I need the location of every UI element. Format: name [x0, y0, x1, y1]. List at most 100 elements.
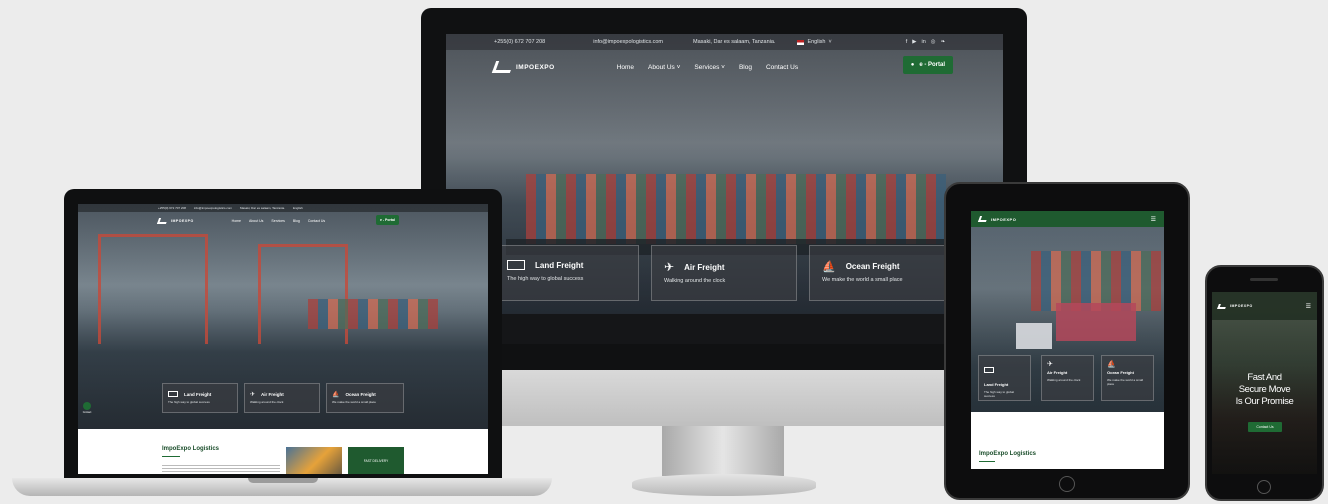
- card-title: Land Freight: [984, 382, 1009, 387]
- card-subtitle: The high way to global success: [507, 276, 584, 282]
- nav-menu: Home About Us Services Blog Contact Us: [232, 219, 326, 223]
- laptop-topbar: +255(0) 672 707 208 info@impoexpologisti…: [78, 204, 488, 212]
- service-card-land[interactable]: Land Freight The high way to global succ…: [498, 245, 639, 301]
- service-card-ocean[interactable]: ⛵ Ocean Freight We make the world a smal…: [809, 245, 959, 301]
- contact-us-label: Contact Us: [1256, 425, 1274, 429]
- card-title: Air Freight: [261, 392, 284, 397]
- nav-item-home[interactable]: Home: [232, 219, 241, 223]
- card-subtitle: Walking around the clock: [1047, 378, 1081, 382]
- card-title: Land Freight: [535, 260, 584, 270]
- phone-speaker: [1250, 278, 1278, 281]
- nav-item-contact[interactable]: Contact Us: [308, 219, 325, 223]
- linkedin-icon[interactable]: in: [921, 39, 925, 45]
- language-label[interactable]: English: [293, 206, 303, 210]
- phone-text[interactable]: +255(0) 672 707 208: [494, 39, 545, 45]
- hamburger-menu-icon[interactable]: ☰: [1306, 303, 1311, 310]
- brand-logo[interactable]: IMPOEXPO: [1217, 303, 1253, 309]
- card-title: Ocean Freight: [1107, 370, 1134, 375]
- tablet-home-button[interactable]: [1059, 476, 1075, 492]
- brand-name: IMPOEXPO: [516, 63, 555, 71]
- service-card-air[interactable]: ✈ Air Freight Walking around the clock: [651, 245, 797, 301]
- nav-item-about[interactable]: About Us: [249, 219, 263, 223]
- container-stacks-image: [308, 299, 438, 329]
- brand-logo[interactable]: IMPOEXPO: [977, 216, 1016, 222]
- card-title: Ocean Freight: [345, 392, 376, 397]
- ship-icon: ⛵: [1107, 361, 1116, 368]
- phone-home-button[interactable]: [1257, 480, 1271, 494]
- tablet-header: IMPOEXPO ☰: [971, 211, 1164, 227]
- service-card-ocean[interactable]: ⛵ Ocean Freight We make the world a smal…: [1101, 355, 1154, 401]
- chevron-down-icon: ˅: [828, 39, 832, 45]
- social-links: f ▶ in ◎ ❧: [906, 39, 945, 45]
- crane-image: [98, 234, 208, 344]
- brand-logo[interactable]: IMPOEXPO: [491, 61, 555, 73]
- service-card-ocean[interactable]: ⛵ Ocean Freight We make the world a small…: [326, 383, 404, 413]
- service-card-air[interactable]: ✈ Air Freight Walking around the clock: [1041, 355, 1094, 401]
- chat-widget[interactable]: Contact: [82, 402, 92, 414]
- card-subtitle: Walking around the clock: [664, 278, 726, 284]
- laptop-notch: [248, 478, 318, 483]
- card-subtitle: The high way to global success: [984, 390, 1015, 398]
- nav-item-services[interactable]: Services ˅: [694, 64, 725, 71]
- monitor-stand: [662, 426, 784, 476]
- service-card-air[interactable]: ✈ Air Freight Walking around the clock: [244, 383, 320, 413]
- email-text[interactable]: info@impoexpologistics.com: [194, 206, 232, 210]
- nav-menu: Home About Us ˅ Services ˅ Blog Contact …: [617, 64, 798, 71]
- tablet-screen: IMPOEXPO ☰ Land Freight The high way to …: [971, 211, 1164, 469]
- section-title: ImpoExpo Logistics: [979, 451, 1037, 457]
- truck-icon: [168, 391, 178, 397]
- hamburger-menu-icon[interactable]: ☰: [1151, 216, 1156, 223]
- nav-item-home[interactable]: Home: [617, 64, 634, 71]
- ship-icon: ⛵: [332, 392, 340, 398]
- phone-text[interactable]: +255(0) 672 707 208: [158, 206, 186, 210]
- e-portal-button[interactable]: e - Portal: [376, 215, 399, 225]
- paragraph-lines: [162, 465, 280, 473]
- facebook-icon[interactable]: f: [906, 39, 908, 45]
- section-title: ImpoExpo Logistics: [162, 446, 220, 452]
- truck-image: [1016, 323, 1052, 349]
- ship-icon: ⛵: [822, 261, 836, 273]
- title-underline: [979, 461, 995, 462]
- contact-us-button[interactable]: Contact Us: [1248, 422, 1282, 432]
- e-portal-label: e - Portal: [919, 62, 945, 68]
- card-subtitle: We make the world a small place: [1107, 378, 1143, 386]
- card-title: Air Freight: [1047, 370, 1068, 375]
- instagram-icon[interactable]: ◎: [931, 39, 936, 45]
- about-section: ImpoExpo Logistics: [971, 412, 1164, 469]
- youtube-icon[interactable]: ▶: [912, 39, 916, 45]
- topbar: +255(0) 672 707 208 info@impoexpologisti…: [446, 34, 1003, 50]
- nav-item-services[interactable]: Services: [271, 219, 284, 223]
- monitor-chin: [421, 370, 1027, 426]
- nav-item-blog[interactable]: Blog: [293, 219, 300, 223]
- laptop-screen: +255(0) 672 707 208 info@impoexpologisti…: [78, 204, 488, 474]
- logo-mark-icon: [977, 216, 989, 222]
- twitter-icon[interactable]: ❧: [941, 39, 946, 45]
- user-icon: ●: [910, 62, 915, 68]
- container-ship-image: [526, 174, 946, 244]
- nav-item-about[interactable]: About Us ˅: [648, 64, 680, 71]
- monitor-stand-base: [632, 474, 816, 496]
- brand-logo[interactable]: IMPOEXPO: [156, 218, 194, 224]
- logo-mark-icon: [156, 218, 169, 224]
- language-label: English: [807, 39, 826, 45]
- truck-icon: [507, 260, 525, 270]
- brand-name: IMPOEXPO: [1230, 304, 1253, 308]
- service-card-land[interactable]: Land Freight The high way to global succ…: [978, 355, 1031, 401]
- e-portal-button[interactable]: ● e - Portal: [902, 56, 953, 74]
- hero-line: Is Our Promise: [1235, 396, 1294, 407]
- crane-image: [258, 244, 348, 344]
- desktop-screen: +255(0) 672 707 208 info@impoexpologisti…: [446, 34, 1003, 344]
- email-text[interactable]: info@impoexpologistics.com: [593, 39, 663, 45]
- nav-item-contact[interactable]: Contact Us: [766, 64, 798, 71]
- phone-screen: IMPOEXPO ☰ Fast And Secure Move Is Our P…: [1212, 292, 1317, 474]
- fast-delivery-label: FAST DELIVERY: [363, 459, 389, 463]
- service-card-land[interactable]: Land Freight The high way to global succ…: [162, 383, 238, 413]
- chat-label: Contact: [82, 411, 92, 414]
- workers-photo: [286, 447, 342, 474]
- card-subtitle: We make the world a small place: [822, 277, 903, 283]
- nav-item-blog[interactable]: Blog: [739, 64, 752, 71]
- language-selector[interactable]: English ˅: [797, 39, 832, 45]
- card-subtitle: The high way to global success: [168, 400, 210, 404]
- fast-delivery-badge: FAST DELIVERY: [348, 447, 404, 474]
- address-text: Masaki, Dar es salaam, Tanzania.: [693, 39, 776, 45]
